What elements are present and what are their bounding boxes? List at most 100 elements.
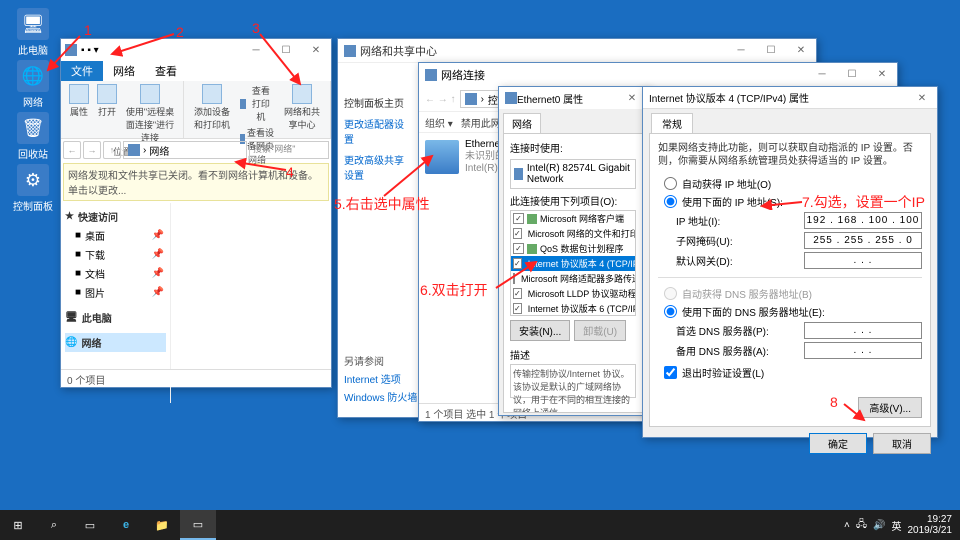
network-icon xyxy=(344,45,356,57)
address-path[interactable]: › 网络 xyxy=(123,141,247,159)
install-button[interactable]: 安装(N)... xyxy=(510,320,570,341)
protocol-item[interactable]: ✓Internet 协议版本 6 (TCP/IPv6) xyxy=(511,301,635,316)
radio-manual-ip[interactable]: 使用下面的 IP 地址(S): xyxy=(664,194,922,209)
tab-file[interactable]: 文件 xyxy=(61,61,103,81)
close-button[interactable]: ✕ xyxy=(301,39,331,61)
cancel-button[interactable]: 取消 xyxy=(873,433,931,454)
protocol-item[interactable]: ✓Microsoft 网络的文件和打印机共享 xyxy=(511,226,635,241)
firewall-link[interactable]: Windows 防火墙 xyxy=(344,389,417,404)
taskbar-explorer[interactable]: 📁 xyxy=(144,510,180,540)
tab-view[interactable]: 查看 xyxy=(145,61,187,81)
nav-thispc[interactable]: 🖥 此电脑 xyxy=(65,308,166,327)
ribbon-tabs: 文件 网络 查看 xyxy=(61,61,331,81)
mask-input[interactable]: 255 . 255 . 255 . 0 xyxy=(804,232,922,249)
dns1-input[interactable]: . . . xyxy=(804,322,922,339)
ip-input[interactable]: 192 . 168 . 100 . 100 xyxy=(804,212,922,229)
advanced-sharing-link[interactable]: 更改高级共享设置 xyxy=(344,152,410,182)
advanced-button[interactable]: 高级(V)... xyxy=(858,397,922,418)
nav-network[interactable]: 🌐 网络 xyxy=(65,333,166,352)
mask-label: 子网掩码(U): xyxy=(676,233,804,248)
radio-auto-ip[interactable]: 自动获得 IP 地址(O) xyxy=(664,176,922,191)
annotation-1: 1 xyxy=(84,22,92,38)
dns2-label: 备用 DNS 服务器(A): xyxy=(676,343,804,358)
protocol-item[interactable]: ✓Internet 协议版本 4 (TCP/IPv4) xyxy=(511,256,635,271)
taskbar: ⊞ ⌕ ▭ e 📁 ▭ ˄ 🖧 🔊 英 19:27 2019/3/21 xyxy=(0,510,960,540)
maximize-button[interactable]: ☐ xyxy=(756,39,786,61)
status-bar: 0 个项目 xyxy=(61,369,331,387)
ribbon-properties[interactable]: 属性 xyxy=(67,83,91,145)
up-button[interactable]: ↑ xyxy=(103,141,121,159)
gateway-input[interactable]: . . . xyxy=(804,252,922,269)
back-button[interactable]: ← xyxy=(63,141,81,159)
window-title: 网络连接 xyxy=(441,67,485,83)
nav-downloads[interactable]: ■ 下载📌 xyxy=(65,245,166,264)
desktop-icon-thispc[interactable]: 🖥此电脑 xyxy=(8,8,58,57)
search-button[interactable]: ⌕ xyxy=(36,510,72,540)
uninstall-button[interactable]: 卸载(U) xyxy=(574,320,626,341)
tray-chevron-icon[interactable]: ˄ xyxy=(844,520,850,531)
network-icon xyxy=(65,44,77,56)
close-button[interactable]: ✕ xyxy=(907,87,937,109)
taskbar-app[interactable]: ▭ xyxy=(180,510,216,540)
nav-desktop[interactable]: ■ 桌面📌 xyxy=(65,226,166,245)
minimize-button[interactable]: ─ xyxy=(726,39,756,61)
tray-network-icon[interactable]: 🖧 xyxy=(856,517,867,534)
tab-network[interactable]: 网络 xyxy=(103,61,145,81)
protocol-item[interactable]: ✓Microsoft 网络客户端 xyxy=(511,211,635,226)
tab-general[interactable]: 常规 xyxy=(651,113,693,133)
ribbon-rdp[interactable]: 使用"远程桌面连接"进行连接 xyxy=(123,83,177,145)
tray-volume-icon[interactable]: 🔊 xyxy=(873,520,885,531)
desktop-icon-label: 回收站 xyxy=(18,150,48,161)
recycle-icon: 🗑 xyxy=(17,112,49,144)
close-button[interactable]: ✕ xyxy=(867,63,897,85)
monitor-icon: 🖥 xyxy=(17,8,49,40)
tray-lang[interactable]: 英 xyxy=(892,518,902,533)
explorer-window: ▪ ▪ ▾ ─ ☐ ✕ 文件 网络 查看 属性 打开 使用"远程桌面连接"进行连… xyxy=(60,38,332,388)
taskview-button[interactable]: ▭ xyxy=(72,510,108,540)
ipv4-titlebar[interactable]: Internet 协议版本 4 (TCP/IPv4) 属性 xyxy=(643,87,937,109)
control-panel-home-link[interactable]: 控制面板主页 xyxy=(344,95,410,110)
adapter-name-text: Intel(R) 82574L Gigabit Network xyxy=(527,163,632,185)
ribbon-view-printers[interactable]: 查看打印机 xyxy=(238,83,276,124)
radio-manual-dns[interactable]: 使用下面的 DNS 服务器地址(E): xyxy=(664,304,922,319)
tab-network[interactable]: 网络 xyxy=(503,113,541,133)
protocol-item[interactable]: Microsoft 网络适配器多路传送器协议 xyxy=(511,271,635,286)
protocol-item[interactable]: ✓QoS 数据包计划程序 xyxy=(511,241,635,256)
see-also-label: 另请参阅 xyxy=(344,353,417,368)
minimize-button[interactable]: ─ xyxy=(807,63,837,85)
ribbon-open[interactable]: 打开 xyxy=(95,83,119,145)
dialog-title: Internet 协议版本 4 (TCP/IPv4) 属性 xyxy=(649,90,809,105)
forward-button[interactable]: → xyxy=(83,141,101,159)
organize-menu[interactable]: 组织 ▾ xyxy=(425,115,453,130)
maximize-button[interactable]: ☐ xyxy=(837,63,867,85)
desktop-icon-label: 控制面板 xyxy=(13,202,53,213)
desktop-icon-label: 网络 xyxy=(23,98,43,109)
dialog-title: Ethernet0 属性 xyxy=(517,91,583,106)
desktop-icon-network[interactable]: 🌐网络 xyxy=(8,60,58,109)
ok-button[interactable]: 确定 xyxy=(809,433,867,454)
desktop-icon-recycle[interactable]: 🗑 回收站 xyxy=(8,112,58,161)
dns2-input[interactable]: . . . xyxy=(804,342,922,359)
nav-documents[interactable]: ■ 文档📌 xyxy=(65,264,166,283)
close-button[interactable]: ✕ xyxy=(786,39,816,61)
change-adapter-link[interactable]: 更改适配器设置 xyxy=(344,116,410,146)
window-controls: ─ ☐ ✕ xyxy=(241,39,331,61)
desktop-icon-controlpanel[interactable]: ⚙控制面板 xyxy=(8,164,58,213)
ip-label: IP 地址(I): xyxy=(676,213,804,228)
validate-checkbox[interactable]: 退出时验证设置(L) xyxy=(664,365,922,380)
search-input[interactable]: 搜索"网络" xyxy=(249,141,329,159)
info-bar[interactable]: 网络发现和文件共享已关闭。看不到网络计算机和设备。单击以更改... xyxy=(63,163,329,201)
ribbon: 属性 打开 使用"远程桌面连接"进行连接 位置 添加设备和打印机 查看打印机 查… xyxy=(61,81,331,139)
protocol-list[interactable]: ✓Microsoft 网络客户端✓Microsoft 网络的文件和打印机共享✓Q… xyxy=(510,210,636,316)
tray-clock[interactable]: 19:27 2019/3/21 xyxy=(908,514,953,536)
maximize-button[interactable]: ☐ xyxy=(271,39,301,61)
minimize-button[interactable]: ─ xyxy=(241,39,271,61)
nav-quick-access[interactable]: ★ 快速访问 xyxy=(65,207,166,226)
start-button[interactable]: ⊞ xyxy=(0,510,36,540)
nav-pictures[interactable]: ■ 图片📌 xyxy=(65,283,166,302)
internet-options-link[interactable]: Internet 选项 xyxy=(344,371,417,386)
taskbar-ie[interactable]: e xyxy=(108,510,144,540)
description-label: 描述 xyxy=(510,347,636,362)
adapter-icon xyxy=(505,92,517,104)
protocol-item[interactable]: ✓Microsoft LLDP 协议驱动程序 xyxy=(511,286,635,301)
